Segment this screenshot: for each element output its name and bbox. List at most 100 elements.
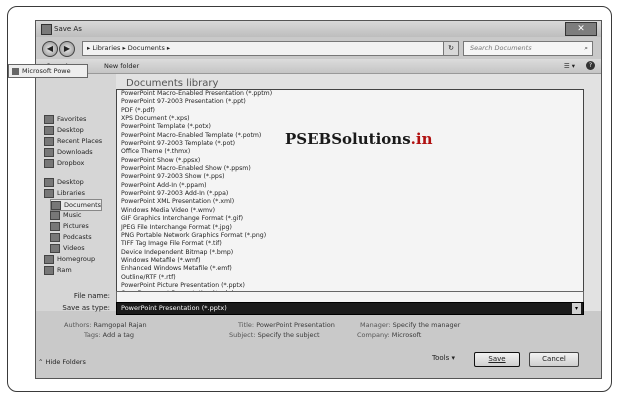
file-type-option[interactable]: Outline/RTF (*.rtf): [117, 274, 583, 282]
nav-libraries[interactable]: Libraries: [44, 188, 85, 198]
nav-label: Music: [63, 211, 82, 219]
computer-icon: [44, 265, 54, 275]
save-type-label: Save as type:: [62, 304, 110, 312]
nav-favorites[interactable]: Favorites: [44, 114, 86, 124]
company-label: Company:: [357, 331, 390, 339]
title-value: PowerPoint Presentation: [256, 321, 335, 329]
music-icon: [50, 210, 60, 220]
title-label: Title:: [238, 321, 255, 329]
cancel-button[interactable]: Cancel: [529, 352, 579, 367]
subject-label: Subject:: [229, 331, 256, 339]
nav-label: Favorites: [57, 115, 87, 123]
pictures-icon: [50, 221, 60, 231]
file-type-option[interactable]: Windows Media Video (*.wmv): [117, 207, 583, 215]
nav-podcasts[interactable]: Podcasts: [50, 232, 92, 242]
powerpoint-icon: [12, 67, 19, 75]
title-bar: Save As ✕: [36, 21, 601, 37]
nav-label: Documents: [64, 201, 102, 209]
authors-label: Authors:: [64, 321, 92, 329]
file-type-option[interactable]: Windows Metafile (*.wmf): [117, 257, 583, 265]
authors-field[interactable]: Authors: Ramgopal Rajan: [64, 321, 147, 329]
manager-value: Specify the manager: [392, 321, 461, 329]
nav-ram[interactable]: Ram: [44, 265, 72, 275]
new-folder-button[interactable]: New folder: [104, 59, 139, 73]
file-type-option[interactable]: PowerPoint Show (*.ppsx): [117, 157, 583, 165]
file-type-option[interactable]: GIF Graphics Interchange Format (*.gif): [117, 215, 583, 223]
nav-downloads[interactable]: Downloads: [44, 147, 93, 157]
tags-field[interactable]: Tags: Add a tag: [84, 331, 134, 339]
nav-label: Libraries: [57, 189, 86, 197]
nav-label: Desktop: [57, 178, 84, 186]
file-type-option[interactable]: PowerPoint 97-2003 Add-In (*.ppa): [117, 190, 583, 198]
help-icon[interactable]: ?: [586, 61, 595, 70]
file-type-option[interactable]: XPS Document (*.xps): [117, 115, 583, 123]
nav-label: Ram: [57, 266, 72, 274]
nav-label: Downloads: [57, 148, 93, 156]
nav-dropbox[interactable]: Dropbox: [44, 158, 84, 168]
microsoft-powerpoint-item[interactable]: Microsoft Powe: [8, 64, 88, 78]
back-button[interactable]: ◀: [42, 41, 58, 57]
company-field[interactable]: Company: Microsoft: [357, 331, 421, 339]
save-type-dropdown-list[interactable]: PowerPoint Macro-Enabled Presentation (*…: [116, 89, 584, 297]
manager-label: Manager:: [360, 321, 391, 329]
desktop-icon: [44, 125, 54, 135]
manager-field[interactable]: Manager: Specify the manager: [360, 321, 460, 329]
nav-recent-places[interactable]: Recent Places: [44, 136, 102, 146]
file-type-option[interactable]: PowerPoint XML Presentation (*.xml): [117, 198, 583, 206]
watermark-main: PSEBSolutions: [285, 130, 411, 148]
videos-icon: [50, 243, 60, 253]
views-button[interactable]: ☰ ▾: [564, 59, 575, 73]
tags-label: Tags:: [84, 331, 101, 339]
address-row: ◀ ▶ ▸ Libraries ▸ Documents ▸ ↻ Search D…: [36, 38, 601, 58]
watermark: PSEBSolutions.in: [285, 130, 432, 148]
nav-label: Pictures: [63, 222, 89, 230]
save-button[interactable]: Save: [474, 352, 520, 367]
documents-icon: [51, 200, 61, 210]
authors-value: Ramgopal Rajan: [93, 321, 147, 329]
podcasts-icon: [50, 232, 60, 242]
file-type-option[interactable]: PowerPoint Macro-Enabled Show (*.ppsm): [117, 165, 583, 173]
file-type-option[interactable]: PowerPoint Add-In (*.ppam): [117, 182, 583, 190]
microsoft-powerpoint-label: Microsoft Powe: [22, 67, 71, 75]
file-type-option[interactable]: PowerPoint Picture Presentation (*.pptx): [117, 282, 583, 290]
nav-music[interactable]: Music: [50, 210, 82, 220]
nav-homegroup[interactable]: Homegroup: [44, 254, 95, 264]
window-title: Save As: [54, 25, 82, 33]
file-type-option[interactable]: PNG Portable Network Graphics Format (*.…: [117, 232, 583, 240]
hide-folders-button[interactable]: ⌃ Hide Folders: [38, 358, 86, 366]
address-bar[interactable]: ▸ Libraries ▸ Documents ▸: [82, 41, 444, 56]
downloads-icon: [44, 147, 54, 157]
file-type-option[interactable]: PowerPoint Macro-Enabled Presentation (*…: [117, 90, 583, 98]
nav-label: Recent Places: [57, 137, 103, 145]
nav-desktop-favorite[interactable]: Desktop: [44, 125, 84, 135]
title-field[interactable]: Title: PowerPoint Presentation: [238, 321, 335, 329]
tools-button[interactable]: Tools ▾: [432, 354, 455, 362]
homegroup-icon: [44, 254, 54, 264]
breadcrumb: ▸ Libraries ▸ Documents ▸: [87, 44, 171, 52]
nav-videos[interactable]: Videos: [50, 243, 85, 253]
file-type-option[interactable]: JPEG File Interchange Format (*.jpg): [117, 224, 583, 232]
forward-button[interactable]: ▶: [59, 41, 75, 57]
file-type-option[interactable]: PDF (*.pdf): [117, 107, 583, 115]
search-icon: ⌕: [584, 44, 588, 52]
app-icon: [41, 24, 52, 35]
star-icon: [44, 114, 54, 124]
recent-places-icon: [44, 136, 54, 146]
save-type-select[interactable]: PowerPoint Presentation (*.pptx) ▾: [116, 302, 584, 315]
search-placeholder: Search Documents: [470, 44, 532, 52]
save-type-value: PowerPoint Presentation (*.pptx): [121, 304, 227, 312]
file-type-option[interactable]: PowerPoint 97-2003 Presentation (*.ppt): [117, 98, 583, 106]
nav-pictures[interactable]: Pictures: [50, 221, 89, 231]
file-type-option[interactable]: PowerPoint 97-2003 Show (*.pps): [117, 173, 583, 181]
chevron-down-icon[interactable]: ▾: [572, 303, 581, 314]
file-type-option[interactable]: Device Independent Bitmap (*.bmp): [117, 249, 583, 257]
file-type-option[interactable]: Enhanced Windows Metafile (*.emf): [117, 265, 583, 273]
subject-field[interactable]: Subject: Specify the subject: [229, 331, 320, 339]
refresh-icon[interactable]: ↻: [443, 41, 459, 56]
file-type-option[interactable]: Office Theme (*.thmx): [117, 148, 583, 156]
search-input[interactable]: Search Documents ⌕: [463, 41, 593, 56]
nav-desktop[interactable]: Desktop: [44, 177, 84, 187]
close-button[interactable]: ✕: [565, 22, 597, 36]
nav-label: Dropbox: [57, 159, 85, 167]
file-type-option[interactable]: TIFF Tag Image File Format (*.tif): [117, 240, 583, 248]
